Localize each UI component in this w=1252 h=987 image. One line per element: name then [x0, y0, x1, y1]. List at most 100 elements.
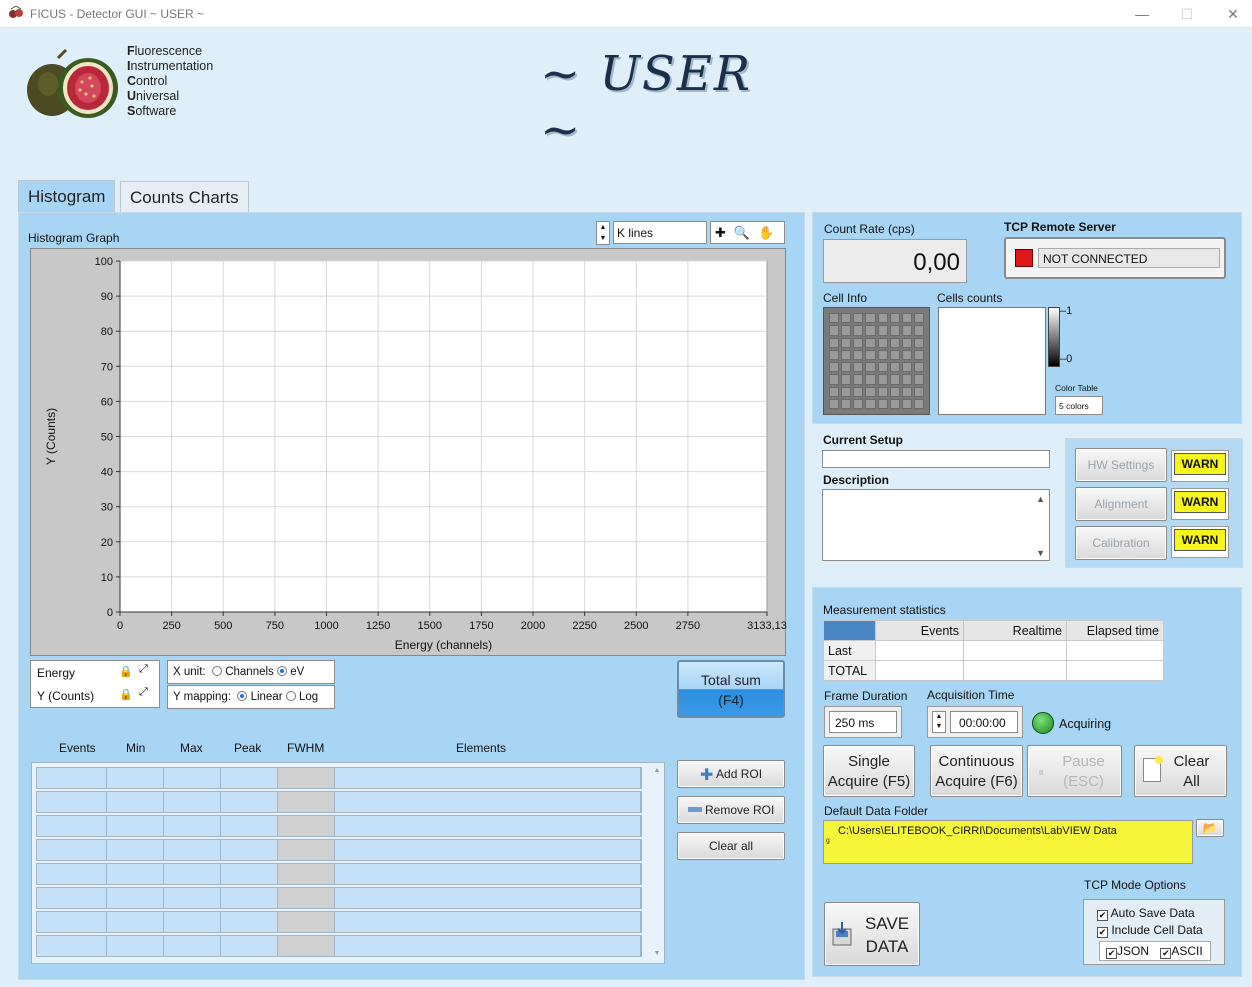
roi-cell[interactable]	[164, 864, 221, 884]
continuous-acquire-button[interactable]: Continuous Acquire (F6)	[930, 745, 1023, 797]
json-checkbox[interactable]: ✔	[1106, 948, 1117, 959]
save-data-button[interactable]: SAVE DATA	[824, 902, 920, 966]
lock-icon[interactable]: 🔒	[119, 665, 133, 678]
roi-cell[interactable]	[278, 792, 335, 812]
roi-row[interactable]	[36, 815, 642, 837]
roi-row[interactable]	[36, 911, 642, 933]
roi-row[interactable]	[36, 791, 642, 813]
roi-cell[interactable]	[37, 888, 107, 908]
roi-cell[interactable]	[164, 888, 221, 908]
roi-cell[interactable]	[221, 864, 278, 884]
roi-cell[interactable]	[107, 912, 164, 932]
total-sum-button[interactable]: Total sum (F4)	[677, 660, 785, 718]
description-field[interactable]: ▲ ▼	[822, 489, 1050, 561]
roi-cell[interactable]	[37, 936, 107, 956]
close-button[interactable]: ✕	[1219, 4, 1247, 24]
roi-cell[interactable]	[335, 864, 641, 884]
calibration-button[interactable]: Calibration	[1075, 526, 1167, 560]
roi-cell[interactable]	[335, 816, 641, 836]
radio-linear[interactable]	[237, 691, 248, 701]
roi-cell[interactable]	[221, 912, 278, 932]
roi-cell[interactable]	[278, 888, 335, 908]
roi-cell[interactable]	[221, 888, 278, 908]
roi-cell[interactable]	[37, 792, 107, 812]
pause-button[interactable]: ⏸ Pause (ESC)	[1027, 745, 1122, 797]
roi-cell[interactable]	[221, 816, 278, 836]
roi-cell[interactable]	[37, 912, 107, 932]
roi-cell[interactable]	[335, 840, 641, 860]
roi-cell[interactable]	[278, 768, 335, 788]
roi-cell[interactable]	[335, 792, 641, 812]
single-acquire-button[interactable]: Single Acquire (F5)	[823, 745, 915, 797]
ascii-checkbox[interactable]: ✔	[1160, 948, 1172, 959]
roi-row[interactable]	[36, 887, 642, 909]
clear-all-button[interactable]: Clear All	[1134, 745, 1227, 797]
autoscale-y-icon[interactable]: ⤢	[139, 686, 148, 699]
roi-row[interactable]	[36, 767, 642, 789]
roi-cell[interactable]	[278, 816, 335, 836]
data-folder-path[interactable]: ᵍ C:\Users\ELITEBOOK_CIRRI\Documents\Lab…	[823, 820, 1193, 864]
remove-roi-button[interactable]: Remove ROI	[677, 796, 785, 824]
auto-save-checkbox[interactable]: ✔	[1097, 910, 1108, 921]
roi-scrollbar[interactable]: ▲ ▼	[652, 767, 662, 959]
hw-settings-button[interactable]: HW Settings	[1075, 448, 1167, 482]
tab-histogram[interactable]: Histogram	[18, 180, 116, 213]
roi-cell[interactable]	[37, 864, 107, 884]
roi-cell[interactable]	[37, 816, 107, 836]
add-roi-button[interactable]: ✚ Add ROI	[677, 760, 785, 788]
roi-cell[interactable]	[221, 840, 278, 860]
roi-cell[interactable]	[107, 936, 164, 956]
include-cell-option[interactable]: ✔ Include Cell Data	[1097, 923, 1203, 938]
roi-cell[interactable]	[107, 768, 164, 788]
roi-row[interactable]	[36, 935, 642, 957]
roi-cell[interactable]	[278, 936, 335, 956]
kline-spinner[interactable]: ▲ ▼	[596, 221, 610, 245]
current-setup-field[interactable]	[822, 450, 1050, 468]
clear-all-roi-button[interactable]: Clear all	[677, 832, 785, 860]
roi-cell[interactable]	[107, 816, 164, 836]
acq-time-field[interactable]: 00:00:00	[950, 711, 1018, 733]
acq-time-spinner[interactable]: ▲ ▼	[932, 711, 946, 733]
roi-cell[interactable]	[164, 840, 221, 860]
roi-cell[interactable]	[164, 768, 221, 788]
include-cell-checkbox[interactable]: ✔	[1097, 927, 1108, 938]
radio-ev[interactable]	[277, 666, 287, 676]
roi-cell[interactable]	[107, 888, 164, 908]
maximize-button[interactable]: ☐	[1173, 4, 1201, 24]
minimize-button[interactable]: —	[1128, 4, 1156, 24]
roi-cell[interactable]	[164, 936, 221, 956]
browse-folder-button[interactable]: 📂	[1196, 819, 1224, 837]
kline-select[interactable]: K lines	[613, 221, 707, 244]
roi-cell[interactable]	[107, 792, 164, 812]
auto-save-option[interactable]: ✔ Auto Save Data	[1097, 906, 1195, 921]
frame-duration-select[interactable]: 250 ms	[829, 711, 897, 733]
pan-hand-icon[interactable]: ✋	[758, 225, 774, 240]
roi-cell[interactable]	[278, 864, 335, 884]
scroll-down-icon[interactable]: ▼	[1036, 548, 1045, 558]
roi-cell[interactable]	[164, 816, 221, 836]
tab-counts-charts[interactable]: Counts Charts	[120, 181, 249, 213]
roi-cell[interactable]	[278, 840, 335, 860]
roi-cell[interactable]	[164, 792, 221, 812]
autoscale-x-icon[interactable]: ⤢	[139, 663, 148, 676]
roi-cell[interactable]	[335, 912, 641, 932]
histogram-chart[interactable]: 0 250 500 750 1000 1250 1500 1750 2000 2250 2500 27…	[31, 249, 787, 657]
roi-cell[interactable]	[107, 840, 164, 860]
roi-cell[interactable]	[37, 840, 107, 860]
lock-icon[interactable]: 🔒	[119, 688, 133, 701]
roi-cell[interactable]	[221, 792, 278, 812]
roi-cell[interactable]	[107, 864, 164, 884]
roi-cell[interactable]	[335, 936, 641, 956]
zoom-icon[interactable]: 🔍	[734, 225, 750, 240]
roi-cell[interactable]	[221, 936, 278, 956]
roi-cell[interactable]	[221, 768, 278, 788]
color-table-select[interactable]: 5 colors	[1055, 396, 1103, 415]
roi-cell[interactable]	[278, 912, 335, 932]
alignment-button[interactable]: Alignment	[1075, 487, 1167, 521]
roi-cell[interactable]	[37, 768, 107, 788]
roi-cell[interactable]	[335, 888, 641, 908]
plus-cursor-icon[interactable]: ✚	[715, 225, 726, 240]
roi-row[interactable]	[36, 839, 642, 861]
roi-row[interactable]	[36, 863, 642, 885]
scroll-up-icon[interactable]: ▲	[1036, 494, 1045, 504]
